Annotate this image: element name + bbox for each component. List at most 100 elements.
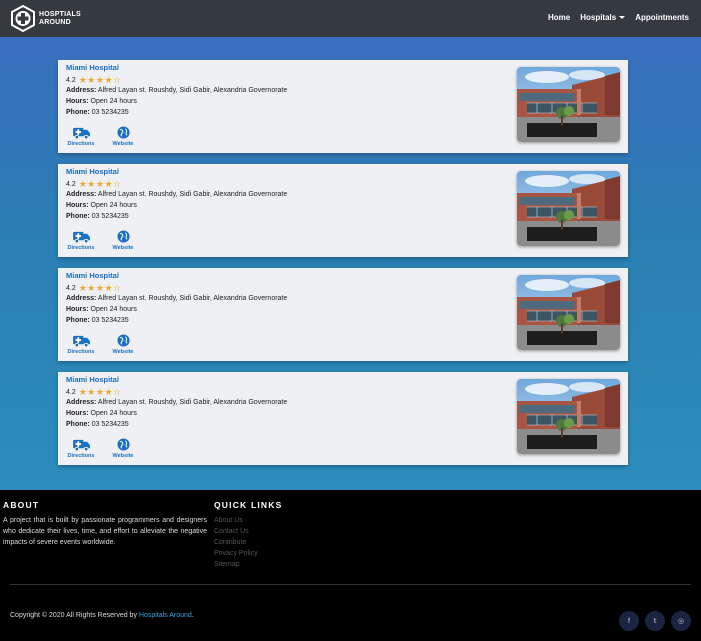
hours-value: Open 24 hours — [90, 410, 137, 417]
website-label: Website — [112, 245, 134, 251]
hospital-photo[interactable] — [517, 379, 620, 454]
rating-value: 4.2 — [66, 285, 76, 292]
website-label: Website — [112, 349, 134, 355]
star-rating-icon: ★★★★☆ — [78, 75, 122, 85]
nav-links: Home Hospitals Appointments — [538, 13, 689, 22]
hospital-cross-logo-icon — [11, 5, 35, 32]
hospital-card: Miami Hospital 4.2 ★★★★☆ Address: Alfred… — [58, 372, 628, 465]
website-button[interactable]: Website — [102, 334, 144, 355]
address-label: Address: — [66, 295, 97, 302]
about-text: A project that is built by passionate pr… — [3, 517, 207, 546]
website-label: Website — [112, 453, 134, 459]
hours-row: Hours: Open 24 hours — [66, 306, 137, 313]
hospital-photo[interactable] — [517, 275, 620, 350]
phone-value: 03 5234235 — [91, 213, 129, 220]
website-button[interactable]: Website — [102, 438, 144, 459]
address-value: Alfred Layan st. Roushdy, Sidi Gabir, Al… — [97, 87, 288, 94]
address-value: Alfred Layan st. Roushdy, Sidi Gabir, Al… — [97, 295, 288, 302]
ambulance-icon — [72, 231, 90, 243]
brand-line-1: HOSPTIALS — [39, 10, 81, 18]
globe-icon — [116, 230, 130, 243]
twitter-icon[interactable]: 𝕥 — [645, 611, 665, 631]
hours-row: Hours: Open 24 hours — [66, 98, 137, 105]
rating-value: 4.2 — [66, 389, 76, 396]
nav-hospitals-dropdown[interactable]: Hospitals — [580, 13, 626, 22]
card-actions: Directions Website — [60, 438, 144, 459]
globe-icon — [116, 126, 130, 139]
nav-hospitals-label: Hospitals — [580, 13, 617, 22]
navbar: HOSPTIALS AROUND Home Hospitals Appointm… — [0, 0, 701, 37]
directions-button[interactable]: Directions — [60, 230, 102, 251]
website-button[interactable]: Website — [102, 230, 144, 251]
rating-row: 4.2 ★★★★☆ — [66, 179, 122, 190]
hospital-photo[interactable] — [517, 171, 620, 246]
brand[interactable]: HOSPTIALS AROUND — [10, 5, 81, 32]
rating-value: 4.2 — [66, 181, 76, 188]
address-row: Address: Alfred Layan st. Roushdy, Sidi … — [66, 87, 287, 94]
hours-row: Hours: Open 24 hours — [66, 410, 137, 417]
copyright-suffix: . — [191, 612, 194, 619]
quick-links-heading: QUICK LINKS — [214, 500, 283, 510]
hours-value: Open 24 hours — [90, 306, 137, 313]
hospital-card: Miami Hospital 4.2 ★★★★☆ Address: Alfred… — [58, 268, 628, 361]
phone-row: Phone: 03 5234235 — [66, 109, 129, 116]
hours-label: Hours: — [66, 202, 89, 209]
address-row: Address: Alfred Layan st. Roushdy, Sidi … — [66, 399, 287, 406]
phone-value: 03 5234235 — [91, 421, 129, 428]
copyright-text: Copyright © 2020 All Rights Reserved by — [10, 612, 137, 619]
nav-appointments[interactable]: Appointments — [635, 13, 689, 22]
nav-home[interactable]: Home — [548, 13, 570, 22]
address-label: Address: — [66, 399, 97, 406]
phone-row: Phone: 03 5234235 — [66, 317, 129, 324]
facebook-icon[interactable]: f — [619, 611, 639, 631]
copyright: Copyright © 2020 All Rights Reserved by … — [10, 612, 194, 619]
hours-label: Hours: — [66, 306, 89, 313]
footer-link-sitemap[interactable]: Sitemap — [214, 559, 258, 570]
phone-label: Phone: — [66, 213, 90, 220]
hospital-name[interactable]: Miami Hospital — [66, 167, 119, 176]
card-actions: Directions Website — [60, 334, 144, 355]
ambulance-icon — [72, 127, 90, 139]
copyright-brand-link[interactable]: Hospitals Around — [139, 612, 192, 619]
phone-label: Phone: — [66, 317, 90, 324]
ambulance-icon — [72, 439, 90, 451]
directions-label: Directions — [67, 141, 95, 147]
hours-value: Open 24 hours — [90, 98, 137, 105]
hospital-list: Miami Hospital 4.2 ★★★★☆ Address: Alfred… — [0, 37, 701, 490]
phone-label: Phone: — [66, 109, 90, 116]
footer-link-contact-us[interactable]: Contact Us — [214, 526, 258, 537]
instagram-icon[interactable]: ◎ — [671, 611, 691, 631]
globe-icon — [116, 334, 130, 347]
phone-value: 03 5234235 — [91, 109, 129, 116]
phone-row: Phone: 03 5234235 — [66, 421, 129, 428]
rating-row: 4.2 ★★★★☆ — [66, 283, 122, 294]
footer-link-contribute[interactable]: Contribute — [214, 537, 258, 548]
directions-button[interactable]: Directions — [60, 334, 102, 355]
hospital-card: Miami Hospital 4.2 ★★★★☆ Address: Alfred… — [58, 164, 628, 257]
hospital-name[interactable]: Miami Hospital — [66, 375, 119, 384]
footer: ABOUT A project that is built by passion… — [0, 490, 701, 641]
footer-link-about-us[interactable]: About Us — [214, 515, 258, 526]
hospital-name[interactable]: Miami Hospital — [66, 271, 119, 280]
address-label: Address: — [66, 87, 97, 94]
address-row: Address: Alfred Layan st. Roushdy, Sidi … — [66, 295, 287, 302]
directions-button[interactable]: Directions — [60, 438, 102, 459]
directions-button[interactable]: Directions — [60, 126, 102, 147]
hospital-photo[interactable] — [517, 67, 620, 142]
card-actions: Directions Website — [60, 126, 144, 147]
quick-links: About Us Contact Us Contribute Privacy P… — [214, 515, 258, 570]
rating-row: 4.2 ★★★★☆ — [66, 75, 122, 86]
phone-row: Phone: 03 5234235 — [66, 213, 129, 220]
directions-label: Directions — [67, 453, 95, 459]
address-label: Address: — [66, 191, 97, 198]
globe-icon — [116, 438, 130, 451]
star-rating-icon: ★★★★☆ — [78, 179, 122, 189]
hours-value: Open 24 hours — [90, 202, 137, 209]
directions-label: Directions — [67, 245, 95, 251]
hospital-name[interactable]: Miami Hospital — [66, 63, 119, 72]
rating-value: 4.2 — [66, 77, 76, 84]
footer-link-privacy-policy[interactable]: Privacy Policy — [214, 548, 258, 559]
website-button[interactable]: Website — [102, 126, 144, 147]
card-actions: Directions Website — [60, 230, 144, 251]
website-label: Website — [112, 141, 134, 147]
